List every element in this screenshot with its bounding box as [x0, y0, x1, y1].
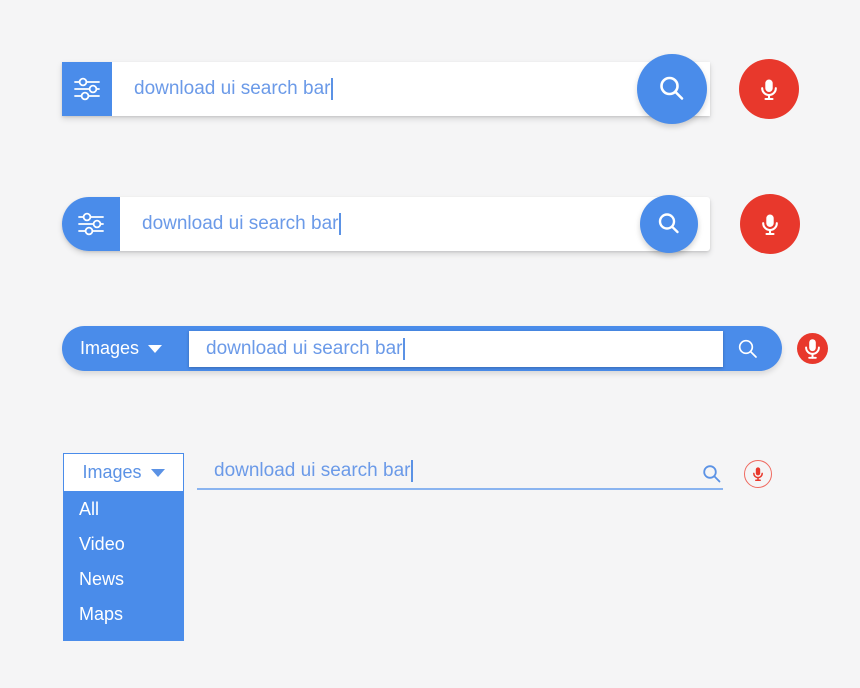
- dropdown-item-label: Maps: [79, 604, 124, 624]
- mic-button-minimal[interactable]: [744, 460, 772, 488]
- search-button-minimal[interactable]: [700, 462, 724, 486]
- text-caret: [411, 459, 414, 482]
- dropdown-item-maps[interactable]: Maps: [63, 597, 184, 632]
- category-selector-pill[interactable]: Images: [80, 326, 163, 371]
- microphone-icon: [761, 79, 777, 101]
- dropdown-item-video[interactable]: Video: [63, 527, 184, 562]
- filter-button-square[interactable]: [62, 62, 112, 116]
- query-value: download ui search bar: [134, 78, 331, 99]
- input-underline: [197, 488, 723, 490]
- query-value: download ui search bar: [142, 213, 339, 234]
- text-caret: [339, 213, 342, 235]
- category-dropdown-menu: All Video News Maps: [63, 492, 184, 641]
- search-icon: [658, 213, 679, 234]
- search-icon: [703, 465, 721, 483]
- dropdown-item-label: Video: [79, 534, 125, 554]
- category-label: Images: [80, 338, 140, 358]
- search-icon: [660, 76, 684, 100]
- microphone-icon: [762, 214, 778, 236]
- search-button-square[interactable]: [637, 54, 707, 124]
- search-icon: [738, 339, 757, 358]
- category-selector-minimal[interactable]: Images: [63, 453, 184, 492]
- dropdown-item-label: All: [79, 499, 100, 519]
- chevron-down-icon: [148, 344, 163, 353]
- category-label: Images: [82, 462, 142, 482]
- dropdown-item-all[interactable]: All: [63, 492, 184, 527]
- mic-button-square[interactable]: [739, 59, 799, 119]
- sliders-icon: [74, 77, 100, 101]
- search-bar-variants-canvas: download ui search bar download ui searc…: [0, 0, 860, 688]
- query-value: download ui search bar: [214, 459, 411, 481]
- search-button-pill[interactable]: [735, 336, 761, 362]
- filter-button-rounded[interactable]: [62, 197, 120, 251]
- text-caret: [403, 338, 406, 360]
- microphone-icon: [753, 467, 763, 481]
- microphone-icon: [805, 339, 820, 359]
- search-input-rounded[interactable]: download ui search bar: [142, 197, 342, 251]
- dropdown-item-news[interactable]: News: [63, 562, 184, 597]
- mic-button-pill[interactable]: [797, 333, 828, 364]
- dropdown-item-label: News: [79, 569, 125, 589]
- search-input-minimal[interactable]: download ui search bar: [214, 453, 414, 488]
- query-value: download ui search bar: [206, 338, 403, 359]
- mic-button-rounded[interactable]: [740, 194, 800, 254]
- chevron-down-icon: [150, 468, 165, 477]
- search-input-pill[interactable]: download ui search bar: [206, 331, 406, 367]
- sliders-icon: [78, 212, 104, 236]
- text-caret: [331, 78, 334, 100]
- search-button-rounded[interactable]: [640, 195, 698, 253]
- search-input-square[interactable]: download ui search bar: [134, 62, 334, 116]
